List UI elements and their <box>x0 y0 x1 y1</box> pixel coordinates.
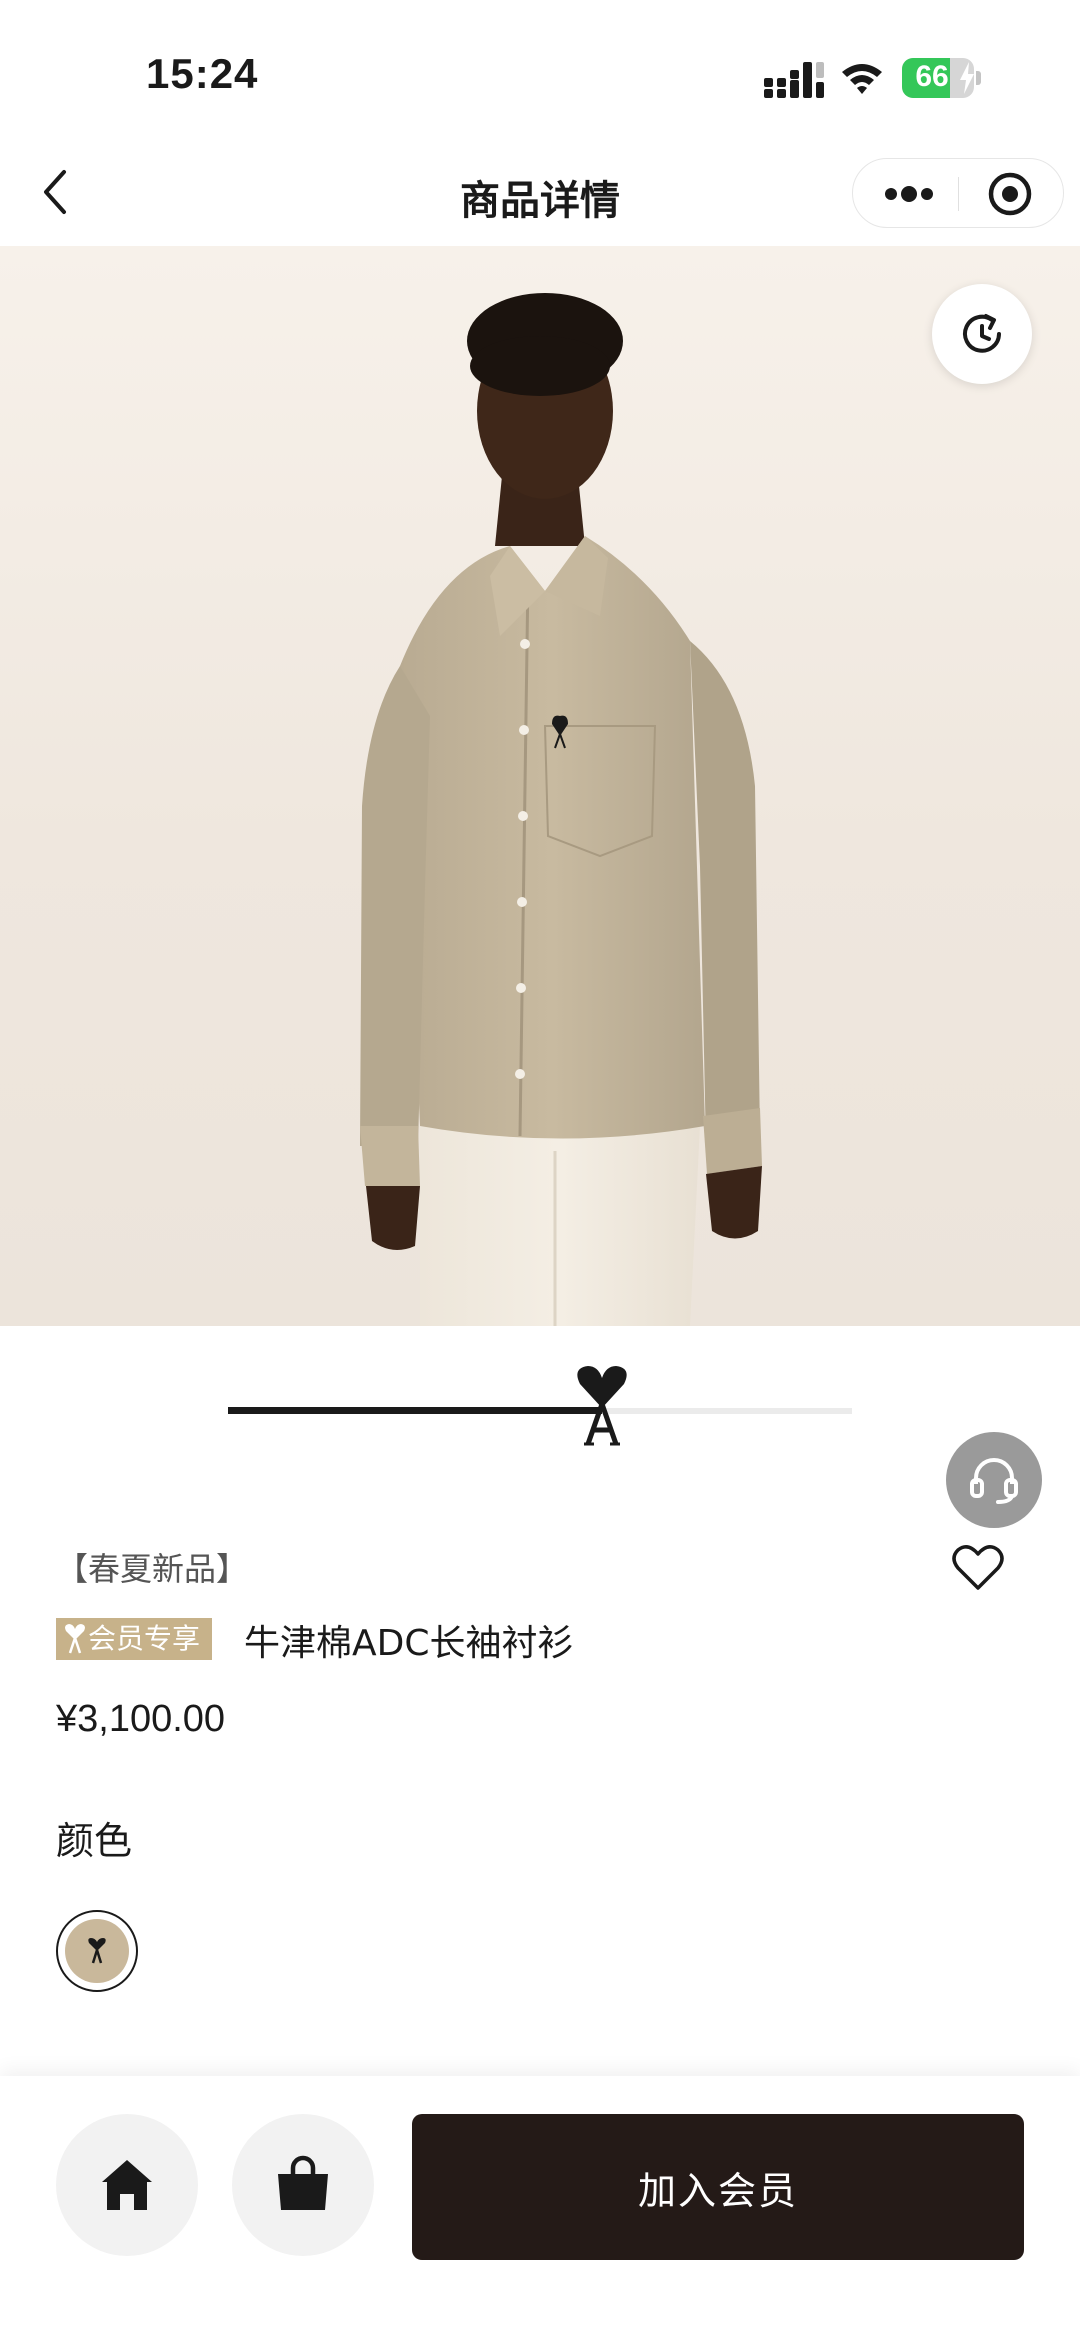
gallery-slider[interactable] <box>228 1360 852 1450</box>
home-icon <box>102 2160 152 2210</box>
chevron-left-icon <box>44 170 66 214</box>
product-image[interactable] <box>0 246 1080 1326</box>
more-button[interactable] <box>881 179 937 209</box>
ami-logo-small-icon <box>65 1624 85 1654</box>
nav-bar: 商品详情 <box>0 140 1080 246</box>
refresh-icon <box>963 314 1001 353</box>
ami-logo-small-icon <box>88 1938 106 1964</box>
capsule-divider <box>958 177 959 211</box>
member-badge-text: 会员专享 <box>88 1622 201 1655</box>
bottom-action-bar: 加入会员 <box>0 2076 1080 2347</box>
wifi-icon <box>842 64 882 94</box>
status-bar: 15:24 66 <box>0 0 1080 140</box>
more-dots-icon <box>885 186 933 202</box>
favorite-button[interactable] <box>950 1542 1006 1594</box>
slider-progress <box>228 1407 603 1414</box>
home-button[interactable] <box>56 2114 198 2256</box>
charging-icon <box>960 62 974 94</box>
heart-outline-icon <box>952 1545 1004 1590</box>
back-button[interactable] <box>30 162 80 222</box>
product-price: ¥3,100.00 <box>56 1698 226 1740</box>
battery-level: 66 <box>915 60 949 93</box>
shopping-bag-button[interactable] <box>232 2114 374 2256</box>
target-circle-icon <box>988 172 1032 216</box>
mini-program-capsule <box>852 158 1064 228</box>
close-miniprogram-button[interactable] <box>987 171 1033 217</box>
member-exclusive-badge: 会员专享 <box>56 1618 213 1660</box>
join-member-button[interactable]: 加入会员 <box>412 2114 1024 2260</box>
signal-icon <box>764 62 824 98</box>
color-label: 颜色 <box>56 1819 133 1863</box>
color-swatch-selected[interactable] <box>56 1910 138 1992</box>
refresh-button[interactable] <box>932 284 1032 384</box>
model-photo <box>360 293 762 1326</box>
product-tag: 【春夏新品】 <box>56 1550 249 1588</box>
shopping-bag-icon <box>278 2155 328 2210</box>
product-name: 牛津棉ADC长袖衬衫 <box>244 1623 574 1664</box>
color-swatch-fill <box>65 1919 129 1983</box>
customer-service-button[interactable] <box>946 1432 1042 1528</box>
ami-heart-logo-icon[interactable] <box>574 1364 630 1448</box>
status-time: 15:24 <box>146 50 259 97</box>
battery-icon: 66 <box>902 58 982 98</box>
headset-icon <box>970 1458 1018 1504</box>
battery-tip <box>976 71 981 85</box>
